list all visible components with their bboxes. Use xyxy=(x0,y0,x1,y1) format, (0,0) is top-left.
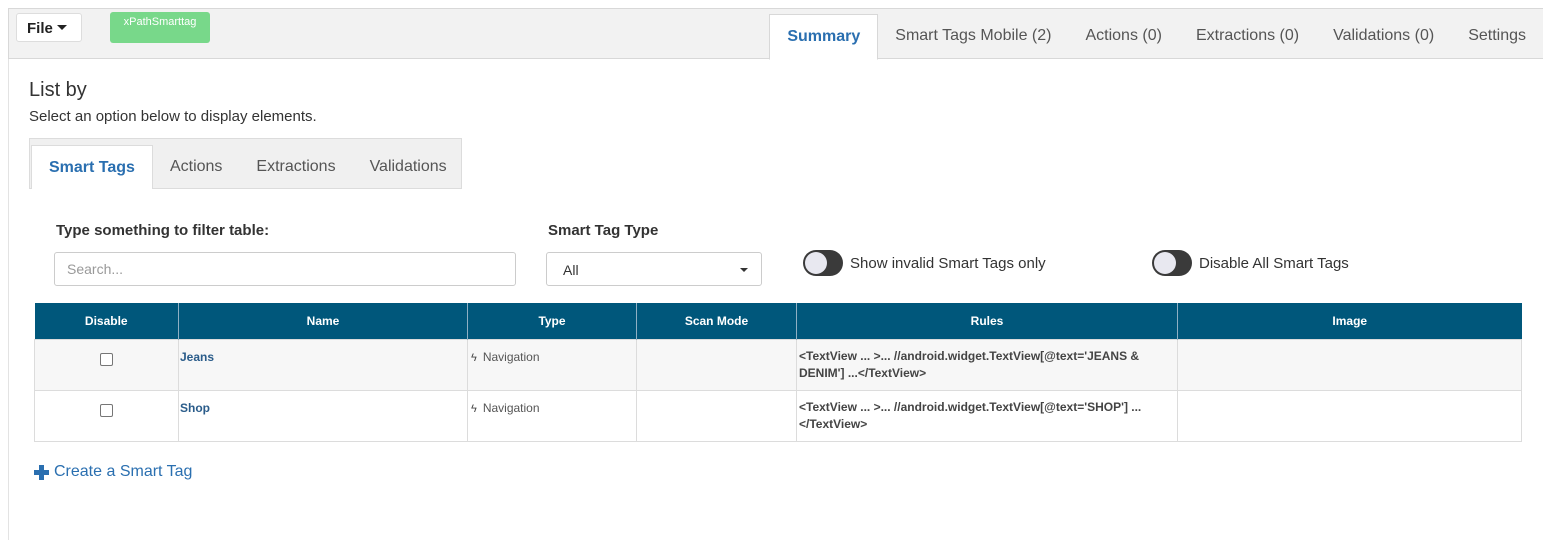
list-by-title: List by xyxy=(29,79,87,101)
subtab-validations[interactable]: Validations xyxy=(353,145,464,189)
type-cell: ϟ Navigation xyxy=(467,338,637,391)
rules-cell: <TextView ... >... //android.widget.Text… xyxy=(796,389,1178,442)
type-value: Navigation xyxy=(482,349,540,364)
scan-mode-cell xyxy=(636,389,797,442)
name-cell: Shop xyxy=(178,389,468,442)
disable-all-label: Disable All Smart Tags xyxy=(1199,255,1349,272)
toggle-knob xyxy=(1154,252,1176,274)
disable-all-toggle[interactable] xyxy=(1152,250,1192,276)
header-disable[interactable]: Disable xyxy=(34,303,179,339)
rules-text: <TextView ... >... //android.widget.Text… xyxy=(799,348,1140,380)
disable-checkbox[interactable] xyxy=(100,403,113,417)
scan-mode-cell xyxy=(636,338,797,391)
disable-cell xyxy=(34,389,179,442)
top-bar: File xPathSmarttag Summary Smart Tags Mo… xyxy=(8,8,1543,60)
top-tabs: Summary Smart Tags Mobile (2) Actions (0… xyxy=(769,14,1543,60)
project-badge[interactable]: xPathSmarttag xyxy=(110,12,210,43)
image-cell xyxy=(1177,389,1522,442)
smart-tag-type-value: All xyxy=(563,262,579,278)
type-cell: ϟ Navigation xyxy=(467,389,637,442)
header-image[interactable]: Image xyxy=(1177,303,1522,339)
tab-extractions[interactable]: Extractions (0) xyxy=(1179,14,1316,60)
subtab-actions[interactable]: Actions xyxy=(153,145,239,189)
create-smart-tag-link[interactable]: Create a Smart Tag xyxy=(34,463,192,481)
search-input[interactable] xyxy=(54,252,516,286)
caret-down-icon xyxy=(56,25,67,30)
content-border xyxy=(8,59,9,540)
smart-tag-name-link[interactable]: Jeans xyxy=(179,350,214,364)
tab-validations[interactable]: Validations (0) xyxy=(1316,14,1451,60)
file-menu-button[interactable]: File xyxy=(16,13,82,42)
toggle-knob xyxy=(805,252,827,274)
file-menu-label: File xyxy=(27,20,53,37)
header-type[interactable]: Type xyxy=(467,303,637,339)
subtab-extractions[interactable]: Extractions xyxy=(239,145,352,189)
invalid-only-label: Show invalid Smart Tags only xyxy=(850,255,1046,272)
filter-label: Type something to filter table: xyxy=(56,222,270,239)
disable-cell xyxy=(34,338,179,391)
header-rules[interactable]: Rules xyxy=(796,303,1178,339)
header-name[interactable]: Name xyxy=(178,303,468,339)
plus-icon xyxy=(34,464,49,480)
lightning-icon: ϟ xyxy=(471,402,477,415)
smart-tag-type-select[interactable]: All xyxy=(546,252,762,286)
tab-settings[interactable]: Settings xyxy=(1451,14,1543,60)
subtab-smart-tags[interactable]: Smart Tags xyxy=(31,145,153,189)
smart-tag-name-link[interactable]: Shop xyxy=(179,401,210,415)
tab-smart-tags-mobile[interactable]: Smart Tags Mobile (2) xyxy=(878,14,1068,60)
smart-tags-table: Disable Name Type Scan Mode Rules Image … xyxy=(34,303,1522,442)
lightning-icon: ϟ xyxy=(471,351,477,364)
list-by-subtitle: Select an option below to display elemen… xyxy=(29,108,317,125)
disable-checkbox[interactable] xyxy=(100,352,113,366)
image-cell xyxy=(1177,338,1522,391)
table-row: Shop ϟ Navigation <TextView ... >... //an… xyxy=(34,389,1522,442)
invalid-only-toggle[interactable] xyxy=(803,250,843,276)
table-row: Jeans ϟ Navigation <TextView ... >... //a… xyxy=(34,338,1522,391)
tab-summary[interactable]: Summary xyxy=(769,14,879,60)
list-by-tabs: Smart Tags Actions Extractions Validatio… xyxy=(29,138,462,189)
type-value: Navigation xyxy=(482,400,540,415)
tab-actions[interactable]: Actions (0) xyxy=(1068,14,1178,60)
rules-cell: <TextView ... >... //android.widget.Text… xyxy=(796,338,1178,391)
create-smart-tag-label: Create a Smart Tag xyxy=(54,463,193,480)
smart-tag-type-label: Smart Tag Type xyxy=(548,222,659,239)
name-cell: Jeans xyxy=(178,338,468,391)
header-scan-mode[interactable]: Scan Mode xyxy=(636,303,797,339)
rules-text: <TextView ... >... //android.widget.Text… xyxy=(799,399,1142,431)
caret-down-icon xyxy=(740,268,748,272)
